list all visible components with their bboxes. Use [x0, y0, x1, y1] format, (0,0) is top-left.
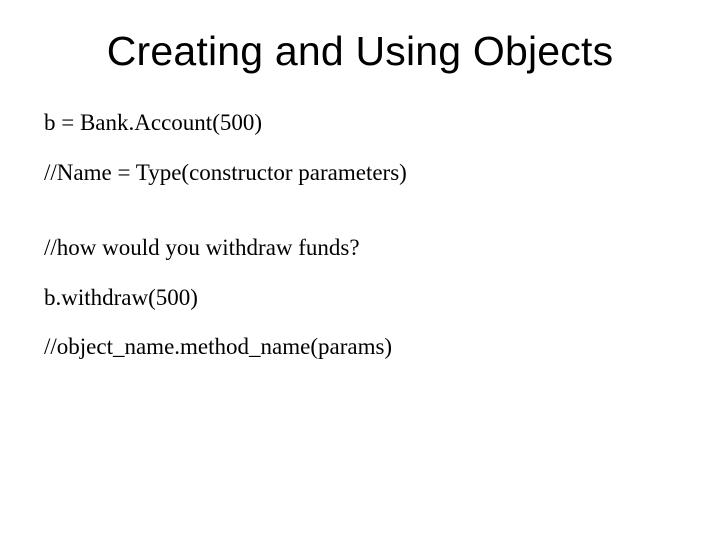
code-line-instantiate: b = Bank.Account(500): [44, 109, 676, 137]
comment-line-constructor-pattern: //Name = Type(constructor parameters): [44, 159, 676, 187]
code-line-withdraw: b.withdraw(500): [44, 284, 676, 312]
comment-line-method-pattern: //object_name.method_name(params): [44, 333, 676, 361]
spacer: [44, 208, 676, 234]
slide: Creating and Using Objects b = Bank.Acco…: [0, 0, 720, 540]
comment-line-question: //how would you withdraw funds?: [44, 234, 676, 262]
slide-title: Creating and Using Objects: [44, 28, 676, 75]
